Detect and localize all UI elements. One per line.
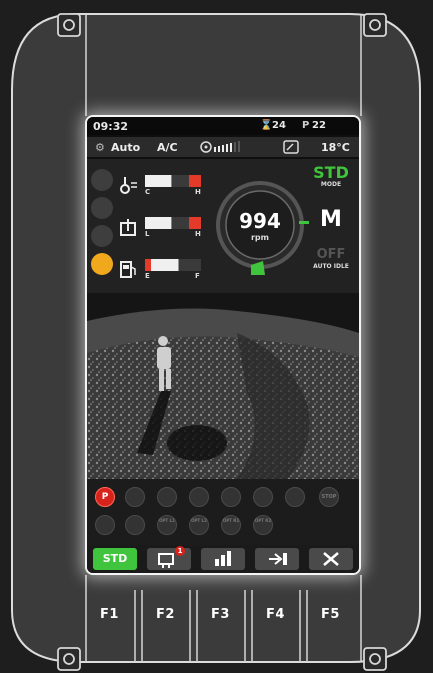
coolant-temp-gauge: C H: [119, 173, 215, 203]
operator-mode-icon[interactable]: [91, 253, 113, 275]
softkey-f3-chart[interactable]: [201, 548, 245, 570]
p-count-value: 22: [312, 120, 326, 131]
oil-pressure-icon: [125, 515, 145, 535]
status-bar: 09:32 ⌛ 24 P 22: [87, 117, 359, 135]
bar-chart-icon: [215, 551, 231, 566]
climate-bar[interactable]: ⚙ Auto A/C 18°C: [87, 137, 359, 157]
function-key-f3[interactable]: F3: [211, 607, 230, 622]
opt-r1-icon: OPT R1: [221, 515, 241, 535]
fuel-empty-label: E: [145, 272, 150, 280]
softkey-f1-std[interactable]: STD: [93, 548, 137, 570]
attachment-icon: [253, 487, 273, 507]
gauge-panel: C H L H E F 994 rpm STD MODE M OFF AUTO …: [87, 159, 359, 293]
tools-icon: [323, 552, 339, 566]
power-mode-indicator-line: [299, 221, 309, 224]
lifting-mode-icon[interactable]: [91, 197, 113, 219]
hydraulic-low-label: L: [145, 230, 150, 238]
softkey-f4-attachment[interactable]: [255, 548, 299, 570]
p-icon: P: [302, 120, 310, 131]
fuel-level-bar: [145, 259, 201, 271]
engine-rpm-value: 994: [239, 209, 281, 233]
hydraulic-high-label: H: [195, 230, 201, 238]
auto-idle-state[interactable]: OFF: [309, 247, 353, 262]
coolant-temp-icon: [120, 177, 137, 194]
travel-speed-icon: [189, 487, 209, 507]
ac-button[interactable]: A/C: [157, 141, 178, 154]
air-vent-icon[interactable]: [283, 140, 299, 157]
camera-image: [87, 293, 359, 479]
climate-mode[interactable]: Auto: [111, 141, 140, 154]
clock-time: 09:32: [93, 120, 129, 133]
power-mode-value[interactable]: M: [309, 207, 353, 232]
hourglass-icon: ⌛: [260, 120, 273, 131]
work-mode-value[interactable]: STD: [309, 163, 353, 182]
coolant-low-label: C: [145, 188, 151, 196]
work-mode-label: MODE: [320, 181, 342, 188]
battery-icon: [95, 515, 115, 535]
softkey-f5-settings[interactable]: [309, 548, 353, 570]
attachment-flow-icon: [269, 553, 287, 565]
cabin-temperature[interactable]: 18°C: [321, 141, 350, 154]
display-screen: 09:32 ⌛ 24 P 22 ⚙ Auto A/C 18°C C H L H …: [87, 117, 359, 573]
auto-idle-label: AUTO IDLE: [313, 263, 349, 270]
function-key-f2[interactable]: F2: [156, 607, 175, 622]
hour-meter-value: 24: [272, 120, 286, 131]
softkey-bar: STD 1: [87, 545, 359, 573]
gear-icon: ⚙: [95, 141, 105, 154]
fan-speed-icon[interactable]: [200, 140, 258, 157]
opt-r2-icon: OPT R2: [253, 515, 273, 535]
coolant-high-label: H: [195, 188, 201, 196]
maintenance-badge: 1: [175, 546, 185, 556]
function-key-f4[interactable]: F4: [266, 607, 285, 622]
rear-camera-view: [87, 293, 359, 479]
preheat-icon: [285, 487, 305, 507]
hydraulic-temp-gauge: L H: [119, 215, 215, 245]
parking-brake-icon: P: [95, 487, 115, 507]
function-key-f1[interactable]: F1: [100, 607, 119, 622]
fuel-full-label: F: [195, 272, 200, 280]
coolant-level-bar: [145, 175, 201, 187]
working-mode-icon[interactable]: [91, 169, 113, 191]
indicator-panel: P STOP OPT L1 OPT L2 OPT R1 OPT R2: [87, 479, 359, 545]
fuel-gauge: E F: [119, 257, 215, 287]
hydraulic-temp-icon: [120, 219, 136, 236]
swing-lock-icon: [125, 487, 145, 507]
softkey-f1-label: STD: [102, 552, 128, 565]
seatbelt-icon: [157, 487, 177, 507]
opt-l1-icon: OPT L1: [157, 515, 177, 535]
boom-lock-icon: [221, 487, 241, 507]
hydraulic-level-bar: [145, 217, 201, 229]
fuel-pump-icon: [120, 261, 136, 278]
engine-rpm-unit: rpm: [250, 233, 269, 242]
stop-warning-icon: STOP: [319, 487, 339, 507]
opt-l2-icon: OPT L2: [189, 515, 209, 535]
softkey-f2-maintenance[interactable]: 1: [147, 546, 191, 570]
function-key-f5[interactable]: F5: [321, 607, 340, 622]
attachment-mode-icon[interactable]: [91, 225, 113, 247]
